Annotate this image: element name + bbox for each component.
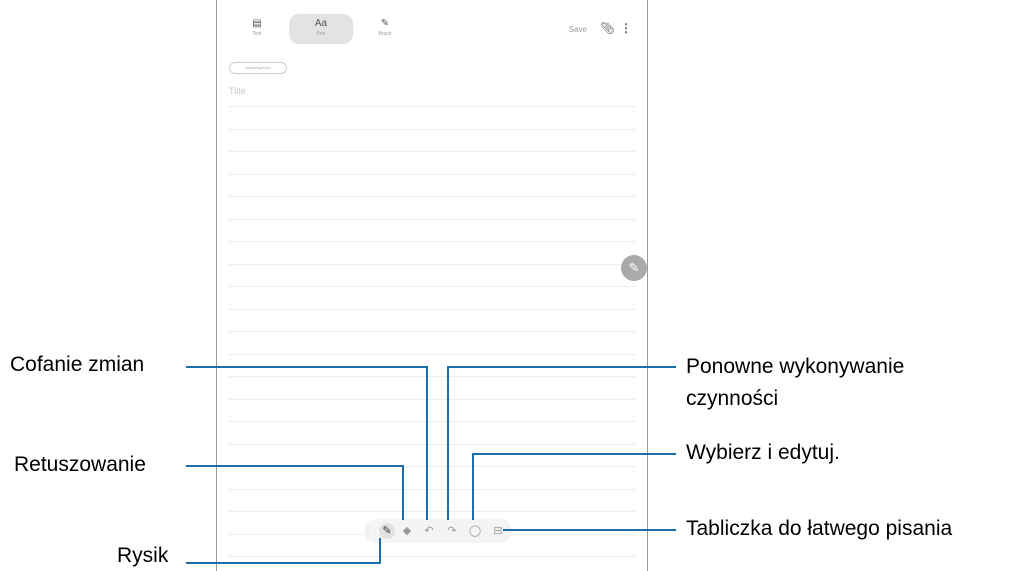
pen-toolbar: ⋮ ✎ ◆ ↶ ↷ ◯ ⊟ bbox=[364, 519, 512, 543]
eraser-icon[interactable]: ◆ bbox=[399, 523, 415, 539]
top-toolbar: ▤ Text Aa Pen ✎ Brush Save 📎︎ ⋮ bbox=[217, 0, 647, 48]
tab-text[interactable]: ▤ Text bbox=[225, 14, 289, 44]
callout-select: Wybierz i edytuj. bbox=[686, 441, 840, 464]
callout-retouch: Retuszowanie bbox=[14, 453, 146, 476]
callout-redo-line2: czynności bbox=[686, 387, 779, 410]
category-chip[interactable]: Uncategorised bbox=[229, 62, 287, 74]
attach-icon[interactable]: 📎︎ bbox=[600, 21, 615, 35]
tab-pen[interactable]: Aa Pen bbox=[289, 14, 353, 44]
ruled-line bbox=[229, 286, 635, 287]
ruled-line bbox=[229, 331, 635, 332]
more-options-icon[interactable]: ⋮ bbox=[620, 21, 632, 35]
selection-icon[interactable]: ◯ bbox=[467, 523, 483, 539]
ruled-line bbox=[229, 106, 635, 107]
ruled-line bbox=[229, 421, 635, 422]
ruled-line bbox=[229, 354, 635, 355]
ruled-line bbox=[229, 196, 635, 197]
tab-pen-label: Pen bbox=[316, 31, 326, 37]
brush-icon: ✎ bbox=[380, 18, 390, 29]
tab-brush[interactable]: ✎ Brush bbox=[353, 14, 417, 44]
tab-brush-label: Brush bbox=[378, 31, 392, 37]
ruled-line bbox=[229, 376, 635, 377]
ruled-line bbox=[229, 151, 635, 152]
pen-icon[interactable]: ✎ bbox=[379, 523, 395, 539]
ruled-line bbox=[229, 466, 635, 467]
ruled-line bbox=[229, 219, 635, 220]
callout-undo: Cofanie zmian bbox=[10, 353, 145, 376]
pencil-icon[interactable]: ✎ bbox=[621, 255, 647, 281]
keyboard-icon: ▤ bbox=[252, 18, 262, 29]
ruled-line bbox=[229, 309, 635, 310]
save-button[interactable]: Save bbox=[569, 25, 587, 34]
handwriting-icon: Aa bbox=[314, 18, 328, 29]
tab-text-label: Text bbox=[252, 31, 262, 37]
ruled-line bbox=[229, 241, 635, 242]
ruled-line bbox=[229, 399, 635, 400]
callout-pen: Rysik bbox=[117, 544, 169, 567]
redo-icon[interactable]: ↷ bbox=[444, 523, 460, 539]
undo-icon[interactable]: ↶ bbox=[421, 523, 437, 539]
ruled-line bbox=[229, 174, 635, 175]
ruled-line bbox=[229, 489, 635, 490]
callout-redo-line1: Ponowne wykonywanie bbox=[686, 355, 905, 378]
writing-pad-icon[interactable]: ⊟ bbox=[490, 523, 506, 539]
ruled-line bbox=[229, 444, 635, 445]
drag-handle-icon[interactable]: ⋮ bbox=[364, 525, 372, 534]
device-screen: ▤ Text Aa Pen ✎ Brush Save 📎︎ ⋮ Uncatego… bbox=[216, 0, 648, 571]
title-field[interactable]: Title bbox=[229, 86, 246, 96]
ruled-line bbox=[229, 511, 635, 512]
ruled-line bbox=[229, 556, 635, 557]
ruled-line bbox=[229, 129, 635, 130]
ruled-line bbox=[229, 264, 635, 265]
callout-writing-pad: Tabliczka do łatwego pisania bbox=[686, 517, 953, 540]
